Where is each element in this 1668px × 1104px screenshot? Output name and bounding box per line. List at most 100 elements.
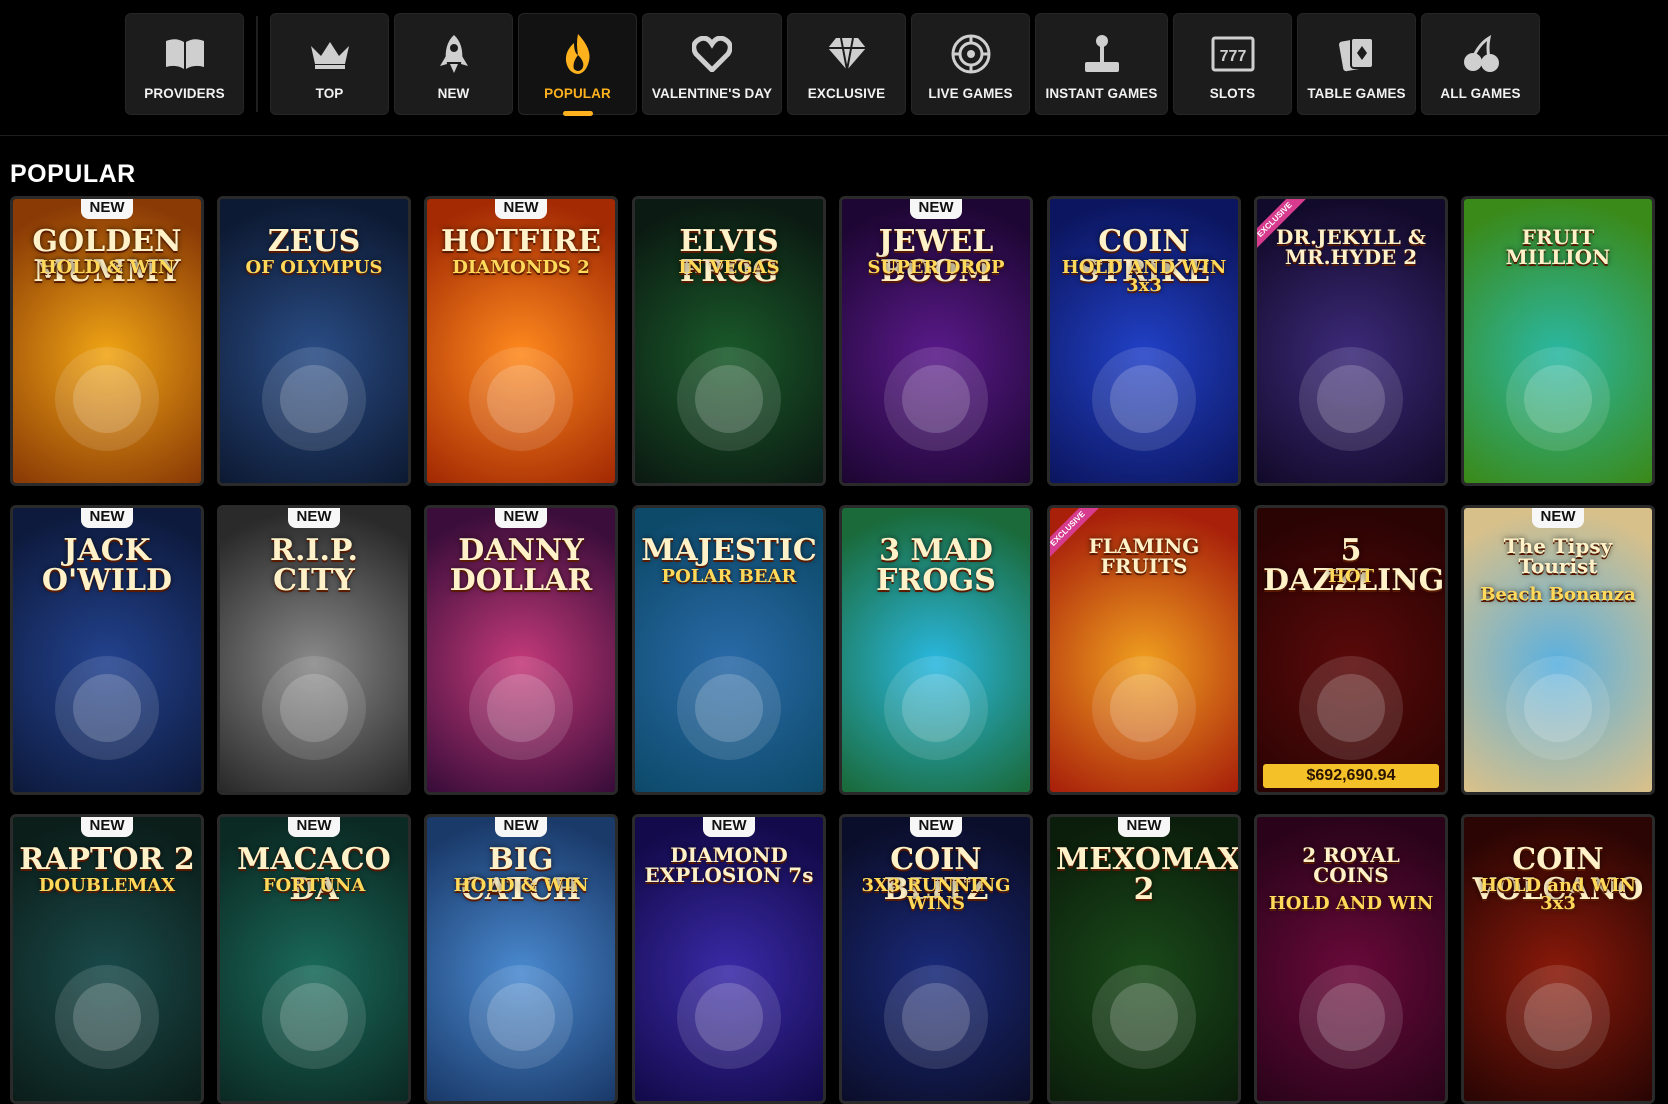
game-tile[interactable]: 5 DAZZLING HOT $692,690.94 (1254, 505, 1448, 795)
game-title: FRUIT MILLION (1505, 225, 1611, 269)
new-badge: NEW (81, 817, 133, 837)
game-subtitle: HOLD and WIN 3x3 (1480, 875, 1636, 914)
joystick-icon (1080, 32, 1124, 76)
nav-divider (256, 16, 258, 112)
tab-table-games[interactable]: TABLE GAMES (1297, 13, 1416, 115)
slot-777-icon: 777 (1211, 32, 1255, 76)
game-subtitle: FORTUNA (262, 875, 366, 896)
game-tile[interactable]: ELVIS FROG IN VEGAS (632, 196, 826, 486)
category-nav: PROVIDERS TOP NEW POPULAR VALENTINE'S DAY EXC… (0, 0, 1668, 136)
game-subtitle: Beach Bonanza (1480, 584, 1636, 605)
game-tile[interactable]: FLAMING FRUITS EXCLUSIVE (1047, 505, 1241, 795)
game-tile[interactable]: BIG CATCH HOLD & WIN NEW (424, 814, 618, 1104)
tab-label: ALL GAMES (1440, 86, 1521, 101)
game-art (1291, 648, 1411, 768)
game-art (461, 339, 581, 459)
game-tile[interactable]: MEXOMAX 2 NEW (1047, 814, 1241, 1104)
book-icon (163, 32, 207, 76)
game-art (254, 339, 374, 459)
game-title: MAJESTIC (641, 533, 817, 568)
new-badge: NEW (495, 817, 547, 837)
tab-live-games[interactable]: LIVE GAMES (911, 13, 1030, 115)
new-badge: NEW (495, 199, 547, 219)
game-art (1084, 648, 1204, 768)
tab-top[interactable]: TOP (270, 13, 389, 115)
game-tile[interactable]: R.I.P. CITY NEW (217, 505, 411, 795)
roulette-icon (949, 32, 993, 76)
game-tile[interactable]: COIN STRIKE HOLD AND WIN 3x3 (1047, 196, 1241, 486)
game-tile[interactable]: ZEUS OF OLYMPUS (217, 196, 411, 486)
game-art (47, 339, 167, 459)
flame-icon (556, 32, 600, 76)
game-tile[interactable]: The Tipsy Tourist Beach Bonanza NEW (1461, 505, 1655, 795)
game-title: 3 MAD FROGS (876, 533, 996, 598)
game-tile[interactable]: COIN VOLCANO HOLD and WIN 3x3 (1461, 814, 1655, 1104)
game-subtitle: HOT (1327, 566, 1375, 587)
game-art (876, 339, 996, 459)
heart-icon (690, 32, 734, 76)
game-title: R.I.P. CITY (270, 533, 358, 598)
game-art (461, 648, 581, 768)
tab-exclusive[interactable]: EXCLUSIVE (787, 13, 906, 115)
game-tile[interactable]: DIAMOND EXPLOSION 7s NEW (632, 814, 826, 1104)
game-art (669, 648, 789, 768)
new-badge: NEW (495, 508, 547, 528)
game-tile[interactable]: HOTFIRE DIAMONDS 2 NEW (424, 196, 618, 486)
game-art (1498, 648, 1618, 768)
game-art (669, 957, 789, 1077)
cards-icon (1335, 32, 1379, 76)
game-subtitle: HOLD AND WIN 3x3 (1061, 257, 1227, 296)
game-tile[interactable]: JEWEL BOOM SUPER DROP NEW (839, 196, 1033, 486)
game-subtitle: HOLD AND WIN (1268, 893, 1434, 914)
new-badge: NEW (1532, 508, 1584, 528)
game-title: The Tipsy Tourist (1503, 534, 1613, 578)
tab-providers[interactable]: PROVIDERS (125, 13, 244, 115)
new-badge: NEW (910, 199, 962, 219)
game-tile[interactable]: JACK O'WILD NEW (10, 505, 204, 795)
tab-label: PROVIDERS (144, 86, 225, 101)
tab-all-games[interactable]: ALL GAMES (1421, 13, 1540, 115)
game-tile[interactable]: DANNY DOLLAR NEW (424, 505, 618, 795)
diamond-icon (825, 32, 869, 76)
game-tile[interactable]: MACACO DA FORTUNA NEW (217, 814, 411, 1104)
game-tile[interactable]: 2 ROYAL COINS HOLD AND WIN (1254, 814, 1448, 1104)
game-art (1084, 339, 1204, 459)
new-badge: NEW (288, 508, 340, 528)
tab-label: TABLE GAMES (1307, 86, 1406, 101)
new-badge: NEW (81, 508, 133, 528)
game-art (254, 957, 374, 1077)
game-tile[interactable]: GOLDEN MUMMY HOLD & WIN NEW (10, 196, 204, 486)
active-tab-indicator (562, 111, 593, 116)
tab-popular[interactable]: POPULAR (518, 13, 637, 116)
game-subtitle: HOLD & WIN (39, 257, 175, 278)
game-tile[interactable]: COIN BLITZ 3X3 RUNNING WINS NEW (839, 814, 1033, 1104)
tab-new[interactable]: NEW (394, 13, 513, 115)
game-art (461, 957, 581, 1077)
game-tile[interactable]: DR.JEKYLL & MR.HYDE 2 EXCLUSIVE (1254, 196, 1448, 486)
jackpot-amount: $692,690.94 (1263, 764, 1439, 788)
new-badge: NEW (288, 817, 340, 837)
new-badge: NEW (703, 817, 755, 837)
tab-valentine-s-day[interactable]: VALENTINE'S DAY (642, 13, 782, 115)
game-tile[interactable]: MAJESTIC POLAR BEAR (632, 505, 826, 795)
tab-slots[interactable]: 777 SLOTS (1173, 13, 1292, 115)
svg-text:777: 777 (1219, 48, 1246, 65)
tab-label: NEW (437, 86, 470, 101)
rocket-icon (432, 32, 476, 76)
game-tile[interactable]: 3 MAD FROGS (839, 505, 1033, 795)
game-title: FLAMING FRUITS (1088, 534, 1200, 578)
game-subtitle: 3X3 RUNNING WINS (861, 875, 1011, 914)
tab-label: INSTANT GAMES (1045, 86, 1158, 101)
tab-label: LIVE GAMES (928, 86, 1013, 101)
tab-label: VALENTINE'S DAY (651, 86, 773, 101)
game-title: DANNY DOLLAR (449, 533, 593, 598)
game-subtitle: OF OLYMPUS (245, 257, 383, 278)
tab-instant-games[interactable]: INSTANT GAMES (1035, 13, 1168, 115)
game-tile[interactable]: RAPTOR 2 DOUBLEMAX NEW (10, 814, 204, 1104)
game-title: DR.JEKYLL & MR.HYDE 2 (1276, 225, 1426, 269)
game-tile[interactable]: FRUIT MILLION (1461, 196, 1655, 486)
cherries-icon (1459, 32, 1503, 76)
game-subtitle: DIAMONDS 2 (452, 257, 590, 278)
game-art (876, 957, 996, 1077)
game-subtitle: HOLD & WIN (453, 875, 589, 896)
